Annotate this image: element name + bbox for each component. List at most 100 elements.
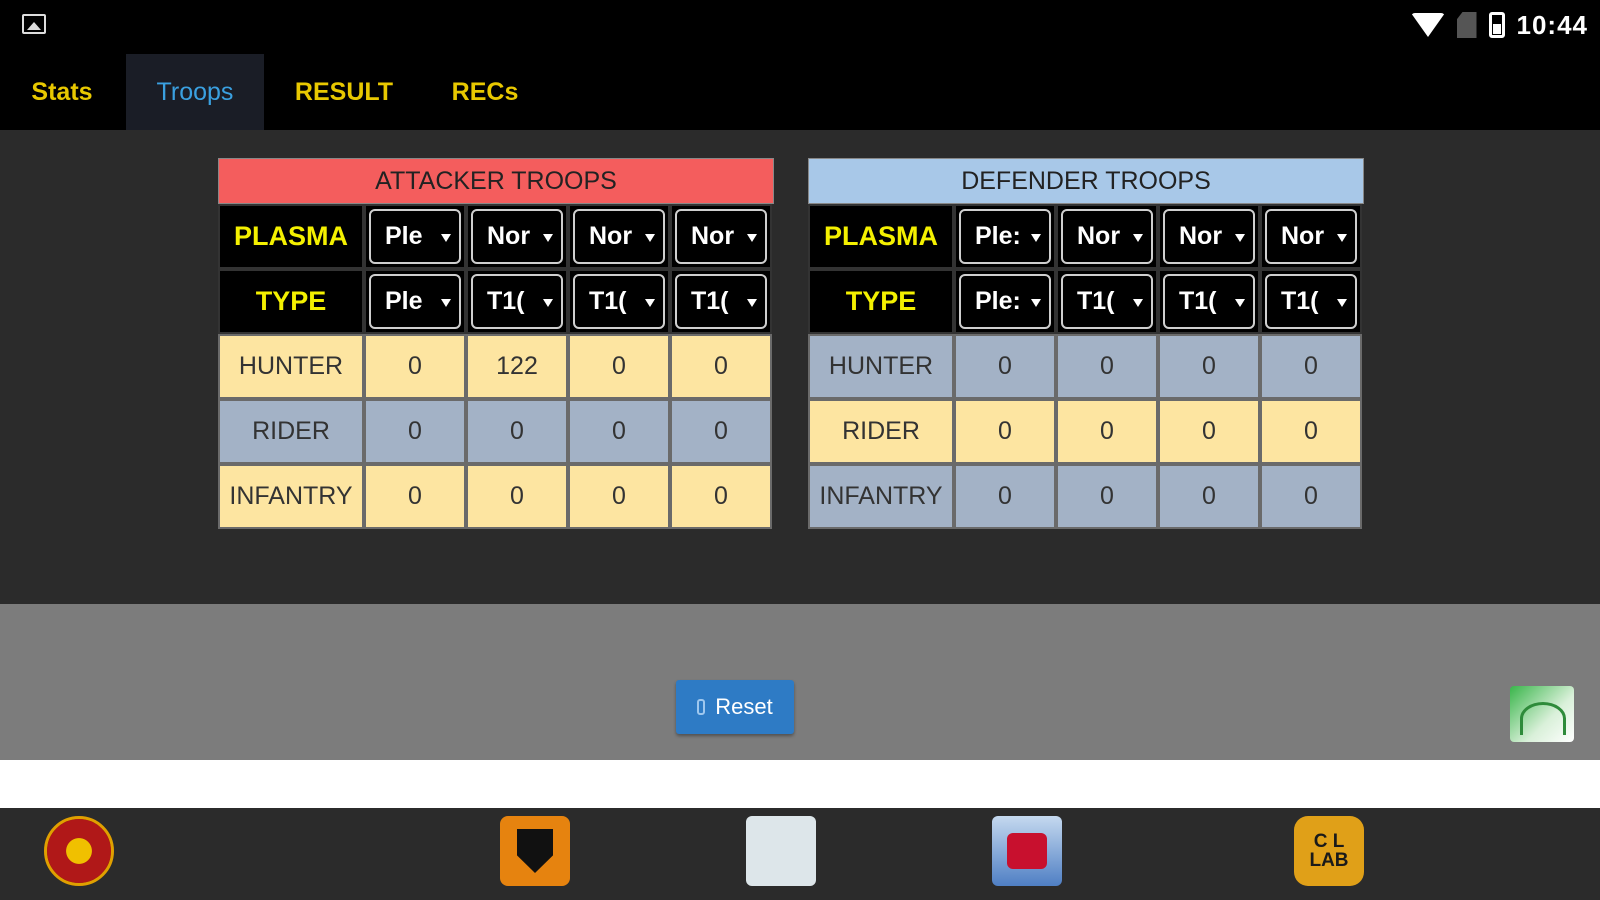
attacker-grid: PLASMA Ple Nor Nor Nor TYPE Ple T1(T1(T1(HUNTER… xyxy=(218,204,774,529)
status-clock: 10:44 xyxy=(1516,9,1588,40)
attacker-type-select-cell: T1( xyxy=(466,269,568,334)
attacker-plasma-dropdown[interactable]: Nor xyxy=(573,209,665,264)
defender-infantry-count-input[interactable]: 0 xyxy=(954,464,1056,529)
dropdown-arrow-icon xyxy=(1133,298,1143,307)
guild-emblem-icon[interactable] xyxy=(44,816,114,886)
tab-troops[interactable]: Troops xyxy=(126,54,264,130)
defender-infantry-count-input[interactable]: 0 xyxy=(1260,464,1362,529)
dropdown-arrow-icon xyxy=(1337,298,1347,307)
defender-plasma-select-cell: Nor xyxy=(1260,204,1362,269)
defender-plasma-select-cell: Nor xyxy=(1056,204,1158,269)
defender-rider-count-input[interactable]: 0 xyxy=(1260,399,1362,464)
defender-type-select-cell: T1( xyxy=(1260,269,1362,334)
attacker-rider-count-input[interactable]: 0 xyxy=(466,399,568,464)
defender-header: DEFENDER TROOPS xyxy=(808,158,1364,204)
attacker-plasma-label: PLASMA xyxy=(218,204,364,269)
attacker-type-select-cell: T1( xyxy=(568,269,670,334)
attacker-type-dropdown[interactable]: Ple xyxy=(369,274,461,329)
dropdown-value: T1( xyxy=(1281,287,1319,315)
col-lab-icon[interactable]: C L LAB xyxy=(1294,816,1364,886)
defender-infantry-count-input[interactable]: 0 xyxy=(1056,464,1158,529)
dropdown-value: Nor xyxy=(589,222,633,250)
defender-hunter-count-input[interactable]: 0 xyxy=(1158,334,1260,399)
battery-icon xyxy=(1488,12,1505,38)
dropdown-value: Nor xyxy=(1179,222,1223,250)
status-icons: 10:44 xyxy=(1410,8,1589,42)
defender-type-select-cell: Ple: xyxy=(954,269,1056,334)
attacker-infantry-count-input[interactable]: 0 xyxy=(466,464,568,529)
dropdown-arrow-icon xyxy=(543,233,553,242)
attacker-infantry-count-input[interactable]: 0 xyxy=(670,464,772,529)
action-bar: Reset xyxy=(0,604,1600,760)
defender-type-dropdown[interactable]: T1( xyxy=(1265,274,1357,329)
reset-icon xyxy=(697,699,706,715)
dropdown-value: T1( xyxy=(691,287,729,315)
attacker-plasma-select-cell: Nor xyxy=(568,204,670,269)
attacker-type-dropdown[interactable]: T1( xyxy=(471,274,563,329)
reset-button[interactable]: Reset xyxy=(676,680,794,734)
attacker-plasma-dropdown[interactable]: Nor xyxy=(471,209,563,264)
defender-plasma-dropdown[interactable]: Ple: xyxy=(959,209,1051,264)
defender-rider-count-input[interactable]: 0 xyxy=(1158,399,1260,464)
defender-rider-count-input[interactable]: 0 xyxy=(1056,399,1158,464)
tab-recs[interactable]: RECs xyxy=(430,54,540,130)
dropdown-value: Nor xyxy=(1077,222,1121,250)
tab-result[interactable]: RESULT xyxy=(280,54,408,130)
attacker-plasma-dropdown[interactable]: Nor xyxy=(675,209,767,264)
data-app-icon[interactable] xyxy=(746,816,816,886)
defender-rider-count-input[interactable]: 0 xyxy=(954,399,1056,464)
dropdown-arrow-icon xyxy=(1031,233,1041,242)
dropdown-value: Nor xyxy=(691,222,735,250)
attacker-type-dropdown[interactable]: T1( xyxy=(573,274,665,329)
defender-type-dropdown[interactable]: T1( xyxy=(1061,274,1153,329)
no-sim-icon xyxy=(1456,12,1477,38)
tab-bar: Stats Troops RESULT RECs xyxy=(0,50,1600,130)
dropdown-arrow-icon xyxy=(1337,233,1347,242)
attacker-hunter-count-input[interactable]: 0 xyxy=(670,334,772,399)
dropdown-value: T1( xyxy=(589,287,627,315)
defender-hunter-count-input[interactable]: 0 xyxy=(1056,334,1158,399)
defender-type-dropdown[interactable]: T1( xyxy=(1163,274,1255,329)
attacker-plasma-dropdown[interactable]: Ple xyxy=(369,209,461,264)
tractor-app-icon[interactable] xyxy=(992,816,1062,886)
defender-plasma-dropdown[interactable]: Nor xyxy=(1265,209,1357,264)
gallery-notification-icon xyxy=(22,14,46,34)
attacker-plasma-select-cell: Nor xyxy=(466,204,568,269)
attacker-type-dropdown[interactable]: T1( xyxy=(675,274,767,329)
attacker-troops-panel: ATTACKER TROOPS PLASMA Ple Nor Nor Nor TYPE Ple… xyxy=(218,158,774,529)
attacker-type-label: TYPE xyxy=(218,269,364,334)
tab-stats[interactable]: Stats xyxy=(8,54,116,130)
attacker-rider-count-input[interactable]: 0 xyxy=(364,399,466,464)
defender-plasma-dropdown[interactable]: Nor xyxy=(1163,209,1255,264)
defender-hunter-count-input[interactable]: 0 xyxy=(954,334,1056,399)
status-bar: 10:44 xyxy=(0,0,1600,50)
dropdown-value: Nor xyxy=(1281,222,1325,250)
greenhouse-app-icon[interactable] xyxy=(1510,686,1574,742)
attacker-row-label-rider: RIDER xyxy=(218,399,364,464)
attacker-rider-count-input[interactable]: 0 xyxy=(670,399,772,464)
defender-infantry-count-input[interactable]: 0 xyxy=(1158,464,1260,529)
defender-hunter-count-input[interactable]: 0 xyxy=(1260,334,1362,399)
defender-plasma-dropdown[interactable]: Nor xyxy=(1061,209,1153,264)
attacker-infantry-count-input[interactable]: 0 xyxy=(364,464,466,529)
dropdown-arrow-icon xyxy=(1235,233,1245,242)
attacker-rider-count-input[interactable]: 0 xyxy=(568,399,670,464)
attacker-hunter-count-input[interactable]: 0 xyxy=(568,334,670,399)
dropdown-arrow-icon xyxy=(747,298,757,307)
white-banner xyxy=(0,760,1600,808)
defender-grid: PLASMA Ple: Nor Nor Nor TYPE Ple: T1(T1(T1(HUNT… xyxy=(808,204,1364,529)
knight-shield-icon[interactable] xyxy=(500,816,570,886)
attacker-hunter-count-input[interactable]: 0 xyxy=(364,334,466,399)
attacker-infantry-count-input[interactable]: 0 xyxy=(568,464,670,529)
dropdown-value: Ple xyxy=(385,222,423,250)
attacker-row-label-infantry: INFANTRY xyxy=(218,464,364,529)
dropdown-arrow-icon xyxy=(747,233,757,242)
defender-type-dropdown[interactable]: Ple: xyxy=(959,274,1051,329)
attacker-header: ATTACKER TROOPS xyxy=(218,158,774,204)
defender-type-label: TYPE xyxy=(808,269,954,334)
attacker-hunter-count-input[interactable]: 122 xyxy=(466,334,568,399)
defender-plasma-select-cell: Nor xyxy=(1158,204,1260,269)
dropdown-value: T1( xyxy=(1179,287,1217,315)
attacker-plasma-select-cell: Ple xyxy=(364,204,466,269)
defender-row-label-hunter: HUNTER xyxy=(808,334,954,399)
